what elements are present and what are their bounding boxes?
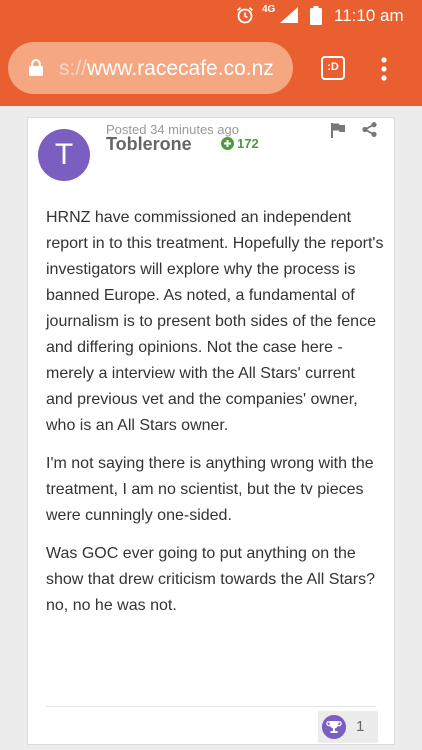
- address-bar[interactable]: s://www.racecafe.co.nz: [8, 42, 293, 94]
- tab-switcher-button[interactable]: :D: [321, 56, 345, 80]
- reputation-plus-icon: [221, 137, 234, 150]
- status-bar: 4G 11:10 am: [0, 0, 422, 32]
- reputation-count: 172: [237, 136, 259, 151]
- post-body: HRNZ have commissioned an independent re…: [46, 205, 386, 631]
- reaction-button[interactable]: 1: [318, 711, 378, 743]
- url-scheme: s://: [59, 57, 88, 80]
- post-paragraph: I'm not saying there is anything wrong w…: [46, 455, 374, 524]
- url-text: s://www.racecafe.co.nz: [59, 57, 274, 81]
- share-icon[interactable]: [362, 122, 377, 137]
- forum-post: T Posted 34 minutes ago Toblerone 172 HR…: [27, 117, 395, 745]
- clock-time: 11:10 am: [334, 6, 404, 25]
- reaction-count: 1: [356, 718, 365, 735]
- author-name[interactable]: Toblerone: [106, 134, 192, 154]
- post-paragraph: Was GOC ever going to put anything on th…: [46, 545, 376, 614]
- signal-icon: [280, 7, 298, 23]
- post-footer-divider: [46, 706, 376, 707]
- alarm-clock-icon: [236, 7, 254, 24]
- network-type: 4G: [262, 4, 276, 15]
- post-paragraph: HRNZ have commissioned an independent re…: [46, 209, 384, 434]
- trophy-icon: [322, 715, 346, 739]
- menu-dots-icon[interactable]: [374, 56, 394, 82]
- lock-icon: [29, 59, 43, 76]
- flag-icon[interactable]: [330, 122, 346, 138]
- browser-chrome: 4G 11:10 am s://www.racecafe.co.nz :D: [0, 0, 422, 106]
- url-host: www.racecafe.co.nz: [87, 57, 274, 80]
- avatar[interactable]: T: [38, 129, 90, 181]
- battery-icon: [310, 6, 322, 25]
